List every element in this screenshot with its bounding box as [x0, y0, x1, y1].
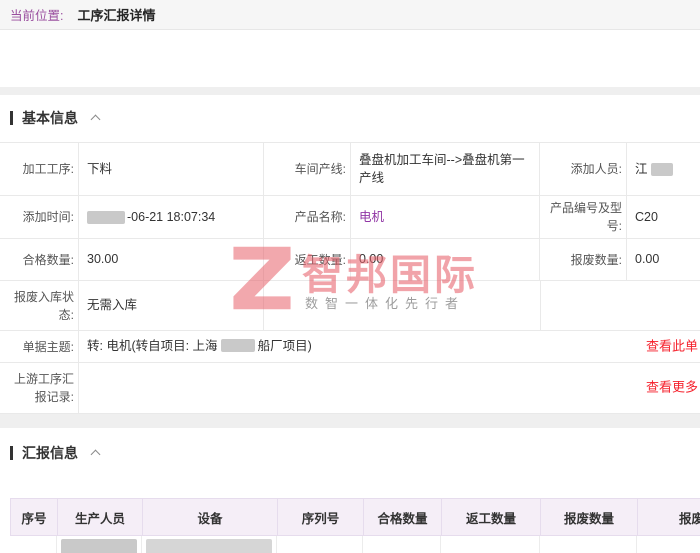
field-label-qualified-qty: 合格数量:	[22, 252, 74, 267]
toolbar-empty-area	[0, 30, 700, 87]
field-label-added-by: 添加人员:	[539, 143, 626, 195]
report-table-header: 序号 生产人员 设备 序列号 合格数量 返工数量 报废数量 报废原因	[10, 498, 700, 536]
field-label-process: 加工工序:	[22, 162, 74, 176]
table-row: 单据主题: 转: 电机(转自项目: 上海 船厂项目) 查看此单	[0, 331, 700, 363]
empty-cell	[263, 281, 540, 330]
field-value-scrap-stock-status: 无需入库	[78, 281, 263, 330]
redaction-block	[61, 539, 137, 553]
header-cell-producer: 生产人员	[58, 499, 143, 535]
cell-scrap-reason	[637, 536, 700, 553]
basic-info-title: 基本信息	[22, 110, 78, 126]
basic-info-section-header: 基本信息	[0, 109, 700, 127]
header-cell-scrap-reason: 报废原因	[638, 499, 700, 535]
redaction-block	[220, 339, 255, 353]
report-info-card: 汇报信息 序号 生产人员 设备 序列号 合格数量 返工数量 报废数量 报废原因	[0, 428, 700, 553]
breadcrumb-label: 当前位置:	[10, 9, 64, 23]
doc-subject-text: 转: 电机(转自项目: 上海 船厂项目)	[87, 339, 312, 354]
report-info-title: 汇报信息	[22, 445, 78, 461]
cell-scrap-qty	[540, 536, 637, 553]
field-value-upstream-record: 查看更多	[78, 363, 700, 413]
view-document-link[interactable]: 查看此单	[646, 337, 698, 356]
redaction-block	[650, 162, 673, 176]
section-accent-bar	[10, 111, 13, 125]
process-report-detail-page: 当前位置: 工序汇报详情 基本信息 加工工序: 下料 车间产线: 叠盘机加工车间…	[0, 0, 700, 553]
basic-info-card: 基本信息 加工工序: 下料 车间产线: 叠盘机加工车间-->叠盘机第一产线 添加…	[0, 95, 700, 414]
table-row: 添加时间: -06-21 18:07:34 产品名称: 电机 产品编号及型号: …	[0, 196, 700, 239]
added-by-text: 江	[635, 161, 648, 176]
section-divider	[0, 87, 700, 95]
cell-qualified-qty	[363, 536, 441, 553]
redaction-block	[146, 539, 272, 553]
header-cell-index: 序号	[11, 499, 58, 535]
header-cell-equipment: 设备	[143, 499, 278, 535]
header-cell-scrap-qty: 报废数量	[541, 499, 638, 535]
header-cell-serial-no: 序列号	[278, 499, 364, 535]
field-value-doc-subject: 转: 电机(转自项目: 上海 船厂项目) 查看此单	[78, 331, 700, 362]
section-divider	[0, 414, 700, 428]
field-label-workshop-line: 车间产线:	[263, 143, 350, 195]
field-label-doc-subject: 单据主题:	[22, 339, 74, 354]
table-row	[10, 536, 700, 553]
field-value-product-no: C20	[626, 196, 700, 238]
field-label-scrap-stock-status: 报废入库状态:	[13, 289, 74, 322]
basic-info-table: 加工工序: 下料 车间产线: 叠盘机加工车间-->叠盘机第一产线 添加人员: 江…	[0, 142, 700, 414]
field-label-product-name: 产品名称:	[263, 196, 350, 238]
field-label-rework-qty: 返工数量:	[263, 239, 350, 280]
cell-rework-qty	[441, 536, 540, 553]
field-label-upstream-record: 上游工序汇报记录:	[13, 372, 74, 404]
field-value-product-name: 电机	[350, 196, 539, 238]
field-value-added-time: -06-21 18:07:34	[78, 196, 263, 238]
product-name-link[interactable]: 电机	[359, 208, 384, 226]
report-info-section-header: 汇报信息	[0, 444, 700, 462]
header-cell-rework-qty: 返工数量	[442, 499, 541, 535]
cell-producer	[57, 536, 142, 553]
report-table: 序号 生产人员 设备 序列号 合格数量 返工数量 报废数量 报废原因	[10, 498, 700, 553]
chevron-up-icon[interactable]	[90, 449, 101, 460]
added-time-text: -06-21 18:07:34	[127, 209, 216, 224]
chevron-up-icon[interactable]	[90, 114, 101, 125]
field-label-scrap-qty: 报废数量:	[539, 239, 626, 280]
field-label-added-time: 添加时间:	[22, 210, 74, 224]
page-title: 工序汇报详情	[77, 8, 156, 23]
section-accent-bar	[10, 446, 13, 460]
field-value-process: 下料	[78, 143, 263, 195]
empty-cell	[540, 281, 700, 330]
field-value-qualified-qty: 30.00	[78, 239, 263, 280]
table-row: 报废入库状态: 无需入库	[0, 281, 700, 331]
cell-index	[10, 536, 57, 553]
cell-equipment	[142, 536, 277, 553]
header-cell-qualified-qty: 合格数量	[364, 499, 442, 535]
field-label-product-no: 产品编号及型号:	[539, 196, 626, 238]
table-row: 加工工序: 下料 车间产线: 叠盘机加工车间-->叠盘机第一产线 添加人员: 江	[0, 143, 700, 196]
field-value-workshop-line: 叠盘机加工车间-->叠盘机第一产线	[350, 143, 539, 195]
cell-serial-no	[277, 536, 363, 553]
field-value-scrap-qty: 0.00	[626, 239, 700, 280]
redaction-block	[87, 210, 125, 224]
field-value-rework-qty: 0.00	[350, 239, 539, 280]
breadcrumb: 当前位置: 工序汇报详情	[0, 0, 700, 30]
view-more-link[interactable]: 查看更多	[646, 379, 698, 398]
field-value-added-by: 江	[626, 143, 700, 195]
table-row: 上游工序汇报记录: 查看更多	[0, 363, 700, 414]
table-row: 合格数量: 30.00 返工数量: 0.00 报废数量: 0.00	[0, 239, 700, 281]
